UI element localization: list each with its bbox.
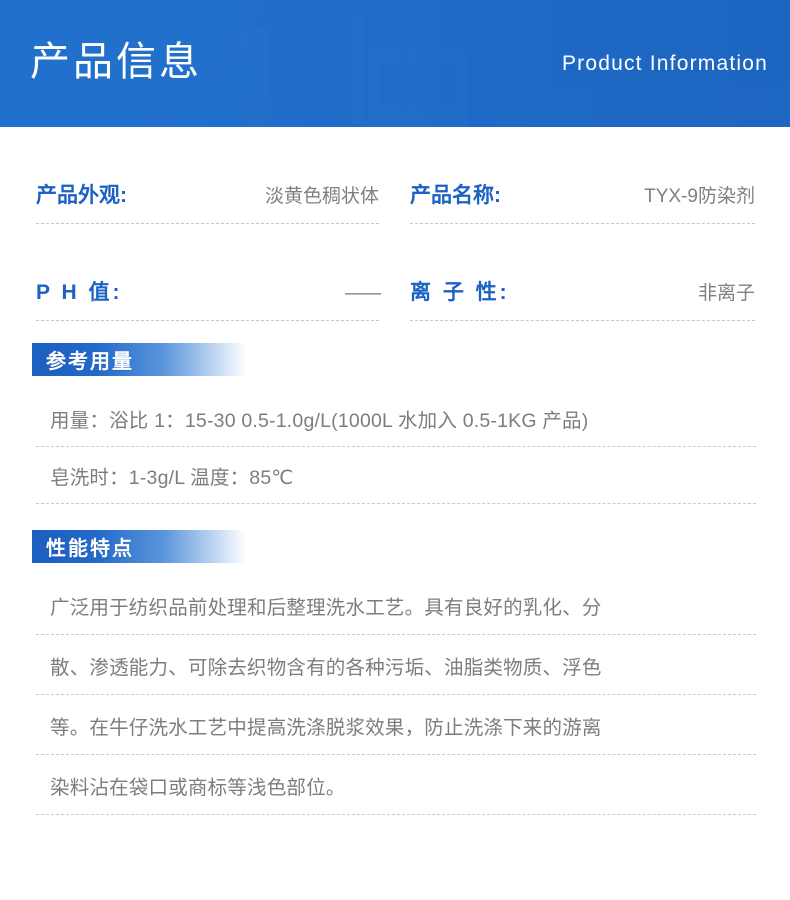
feature-line: 等。在牛仔洗水工艺中提高洗涤脱浆效果，防止洗涤下来的游离 (36, 695, 756, 755)
feature-line: 散、渗透能力、可除去织物含有的各种污垢、油脂类物质、浮色 (36, 635, 756, 695)
feature-line: 染料沾在袋口或商标等浅色部位。 (36, 755, 756, 815)
feature-line: 广泛用于纺织品前处理和后整理洗水工艺。具有良好的乳化、分 (36, 575, 756, 635)
spec-value-ph: —— (345, 283, 381, 304)
page-title-english: Product Information (561, 51, 768, 75)
features-text-block: 广泛用于纺织品前处理和后整理洗水工艺。具有良好的乳化、分 散、渗透能力、可除去织… (0, 563, 790, 815)
page-title: 产品信息 (30, 39, 202, 84)
dosage-line: 用量：浴比 1：15-30 0.5-1.0g/L(1000L 水加入 0.5-1… (36, 390, 756, 447)
spec-value-appearance: 淡黄色稠状体 (264, 186, 379, 207)
spec-cell-ph: P H 值: —— (0, 224, 395, 321)
section-title-dosage: 参考用量 (46, 351, 134, 373)
section-header-dosage: 参考用量 (32, 343, 246, 376)
spec-label-product-name: 产品名称: (410, 184, 501, 207)
spec-label-ph: P H 值: (36, 281, 123, 304)
dosage-text-block: 用量：浴比 1：15-30 0.5-1.0g/L(1000L 水加入 0.5-1… (0, 376, 790, 504)
dosage-line: 皂洗时：1-3g/L 温度：85℃ (36, 447, 756, 504)
spec-label-ionicity: 离 子 性: (410, 281, 510, 304)
spec-cell-ionicity: 离 子 性: 非离子 (395, 224, 790, 321)
spec-cell-appearance: 产品外观: 淡黄色稠状体 (0, 179, 395, 224)
spec-cell-product-name: 产品名称: TYX-9防染剂 (395, 179, 790, 224)
section-title-features: 性能特点 (46, 538, 134, 560)
section-header-features: 性能特点 (32, 530, 246, 563)
page-header-banner: 产品信息 Product Information (0, 0, 790, 127)
spec-value-product-name: TYX-9防染剂 (644, 186, 755, 207)
product-spec-grid: 产品外观: 淡黄色稠状体 产品名称: TYX-9防染剂 P H 值: —— 离 … (0, 127, 790, 321)
spec-value-ionicity: 非离子 (697, 283, 755, 304)
spec-label-appearance: 产品外观: (36, 184, 127, 207)
